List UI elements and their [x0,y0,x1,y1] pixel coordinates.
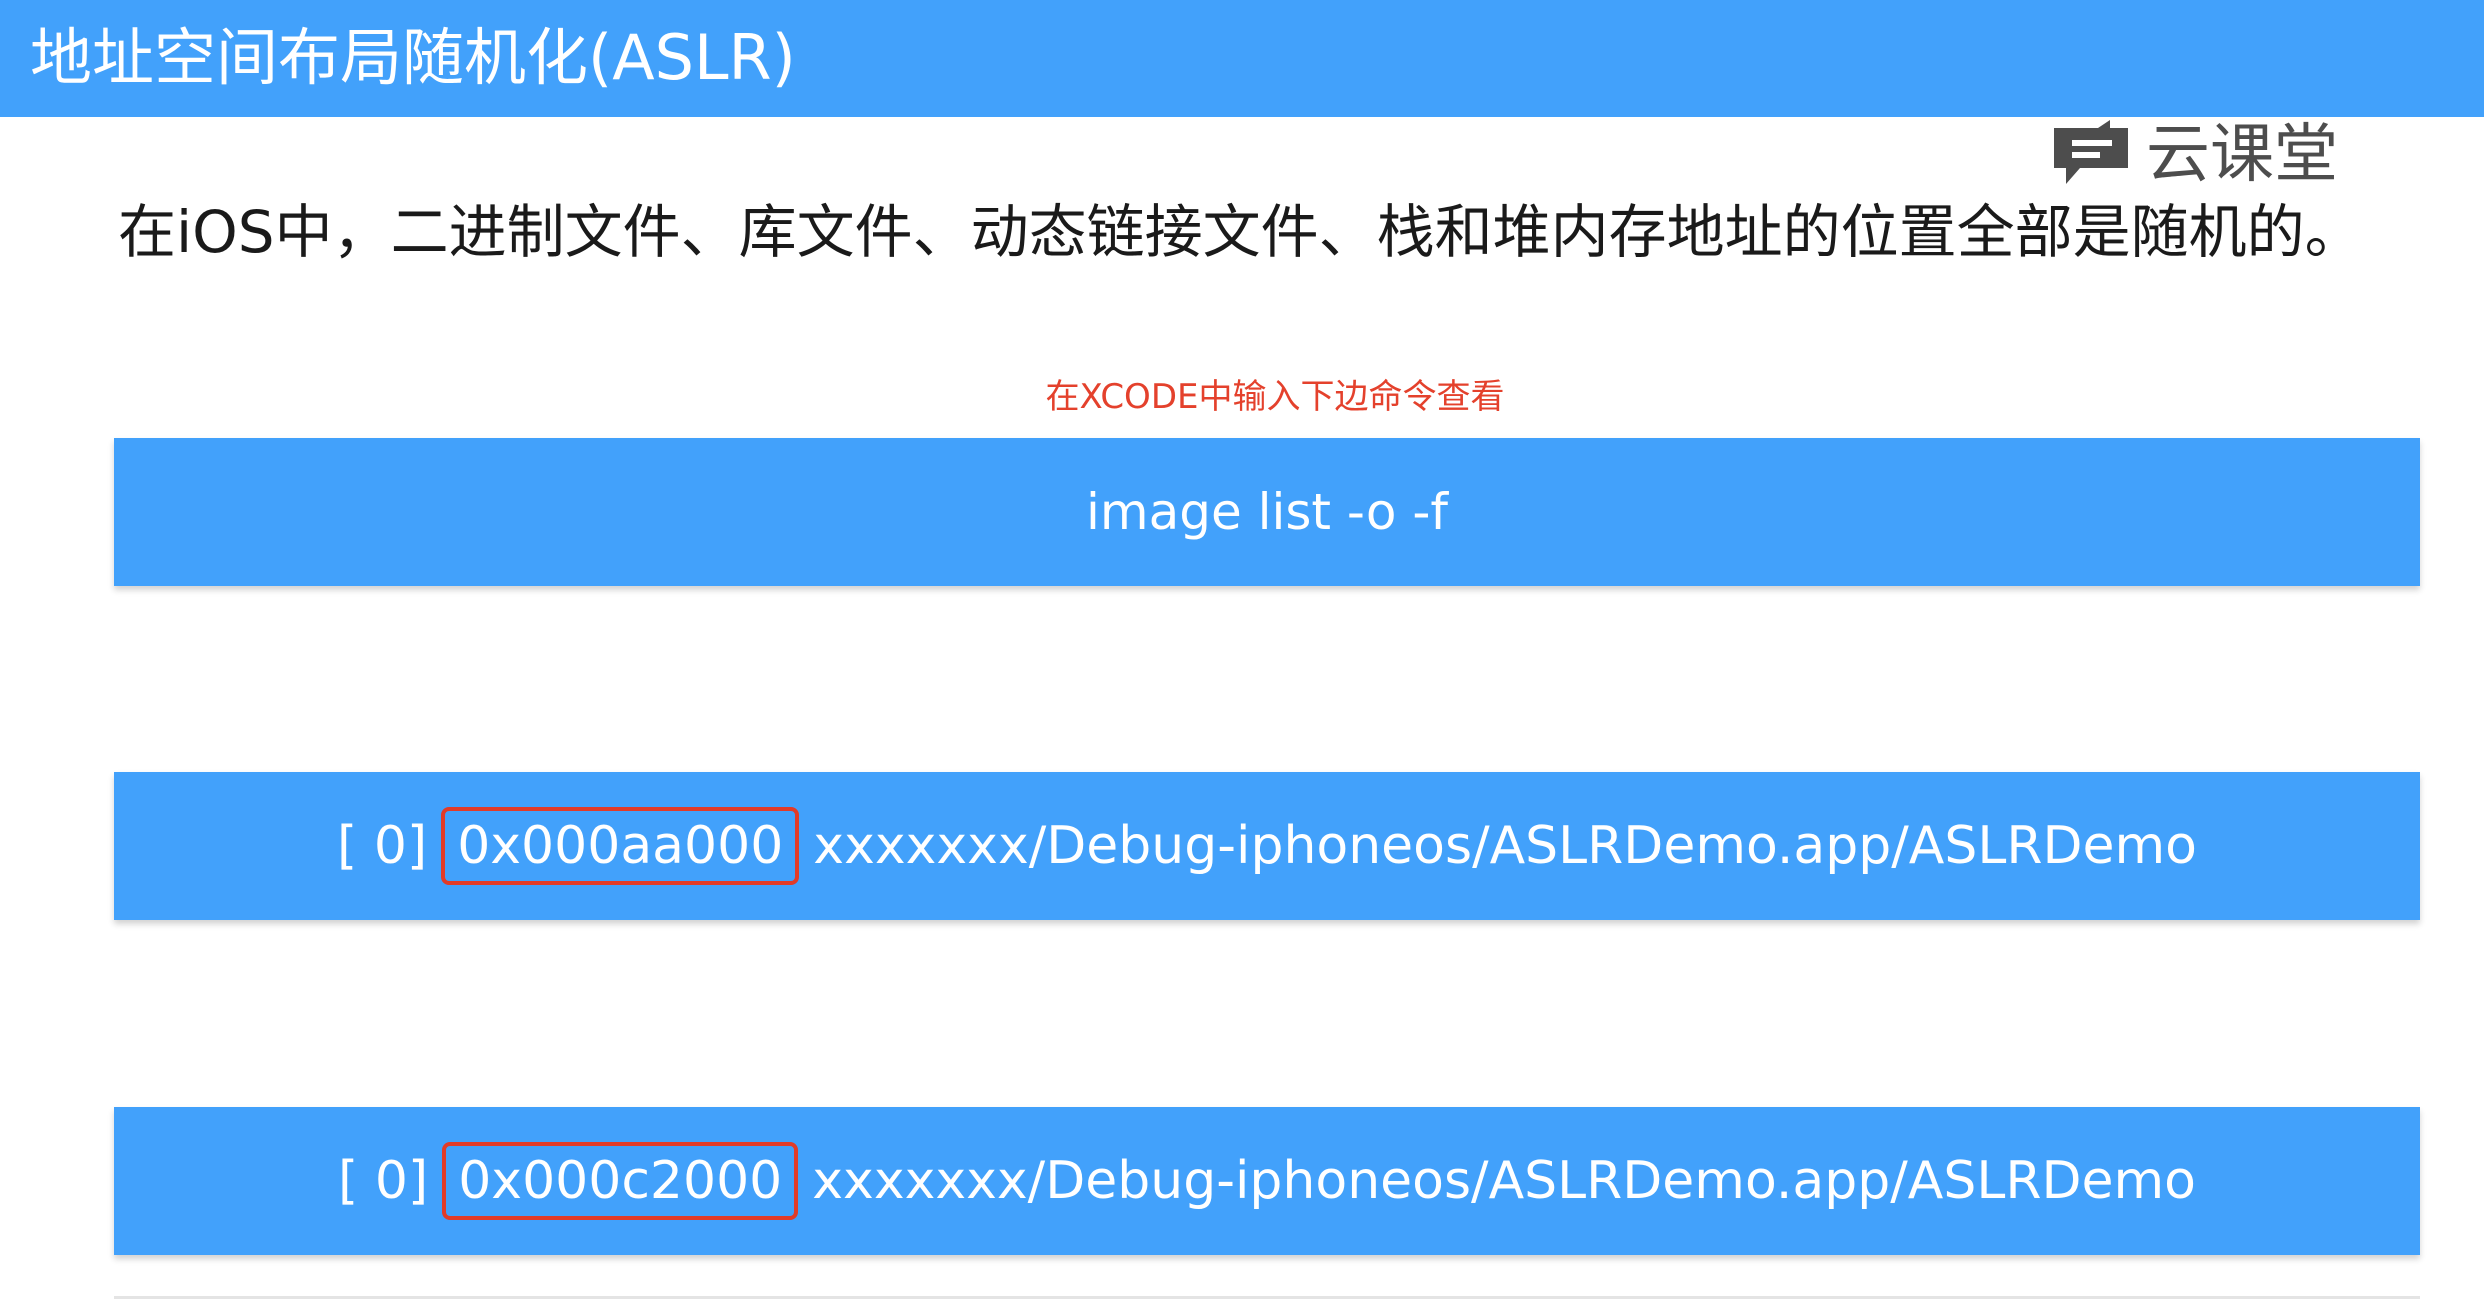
result-box-1: [ 0] 0x000aa000 xxxxxxx/Debug-iphoneos/A… [114,772,2420,920]
result-path: xxxxxxx/Debug-iphoneos/ASLRDemo.app/ASLR… [813,816,2197,876]
result-box-2: [ 0] 0x000c2000 xxxxxxx/Debug-iphoneos/A… [114,1107,2420,1255]
divider [114,1296,2420,1299]
watermark-text: 云课堂 [2146,118,2338,192]
chat-bubble-icon [2054,120,2128,184]
result-index: [ 0] [337,816,428,876]
page-title: 地址空间布局随机化(ASLR) [30,21,796,94]
hint-text: 在XCODE中输入下边命令查看 [1045,377,1505,417]
result-index: [ 0] [338,1151,429,1211]
result-row: [ 0] 0x000c2000 xxxxxxx/Debug-iphoneos/A… [338,1142,2196,1220]
watermark: 云课堂 [2050,110,2338,200]
command-box: image list -o -f [114,438,2420,586]
result-row: [ 0] 0x000aa000 xxxxxxx/Debug-iphoneos/A… [337,807,2197,885]
intro-text: 在iOS中，二进制文件、库文件、动态链接文件、栈和堆内存地址的位置全部是随机的。 [118,198,2363,266]
result-address-highlight: 0x000c2000 [442,1142,799,1220]
command-text: image list -o -f [1085,483,1449,541]
result-address-highlight: 0x000aa000 [441,807,800,885]
slide: 地址空间布局随机化(ASLR) 云课堂 在iOS中，二进制文件、库文件、动态链接… [0,0,2484,1302]
title-bar: 地址空间布局随机化(ASLR) [0,0,2484,117]
result-path: xxxxxxx/Debug-iphoneos/ASLRDemo.app/ASLR… [812,1151,2196,1211]
